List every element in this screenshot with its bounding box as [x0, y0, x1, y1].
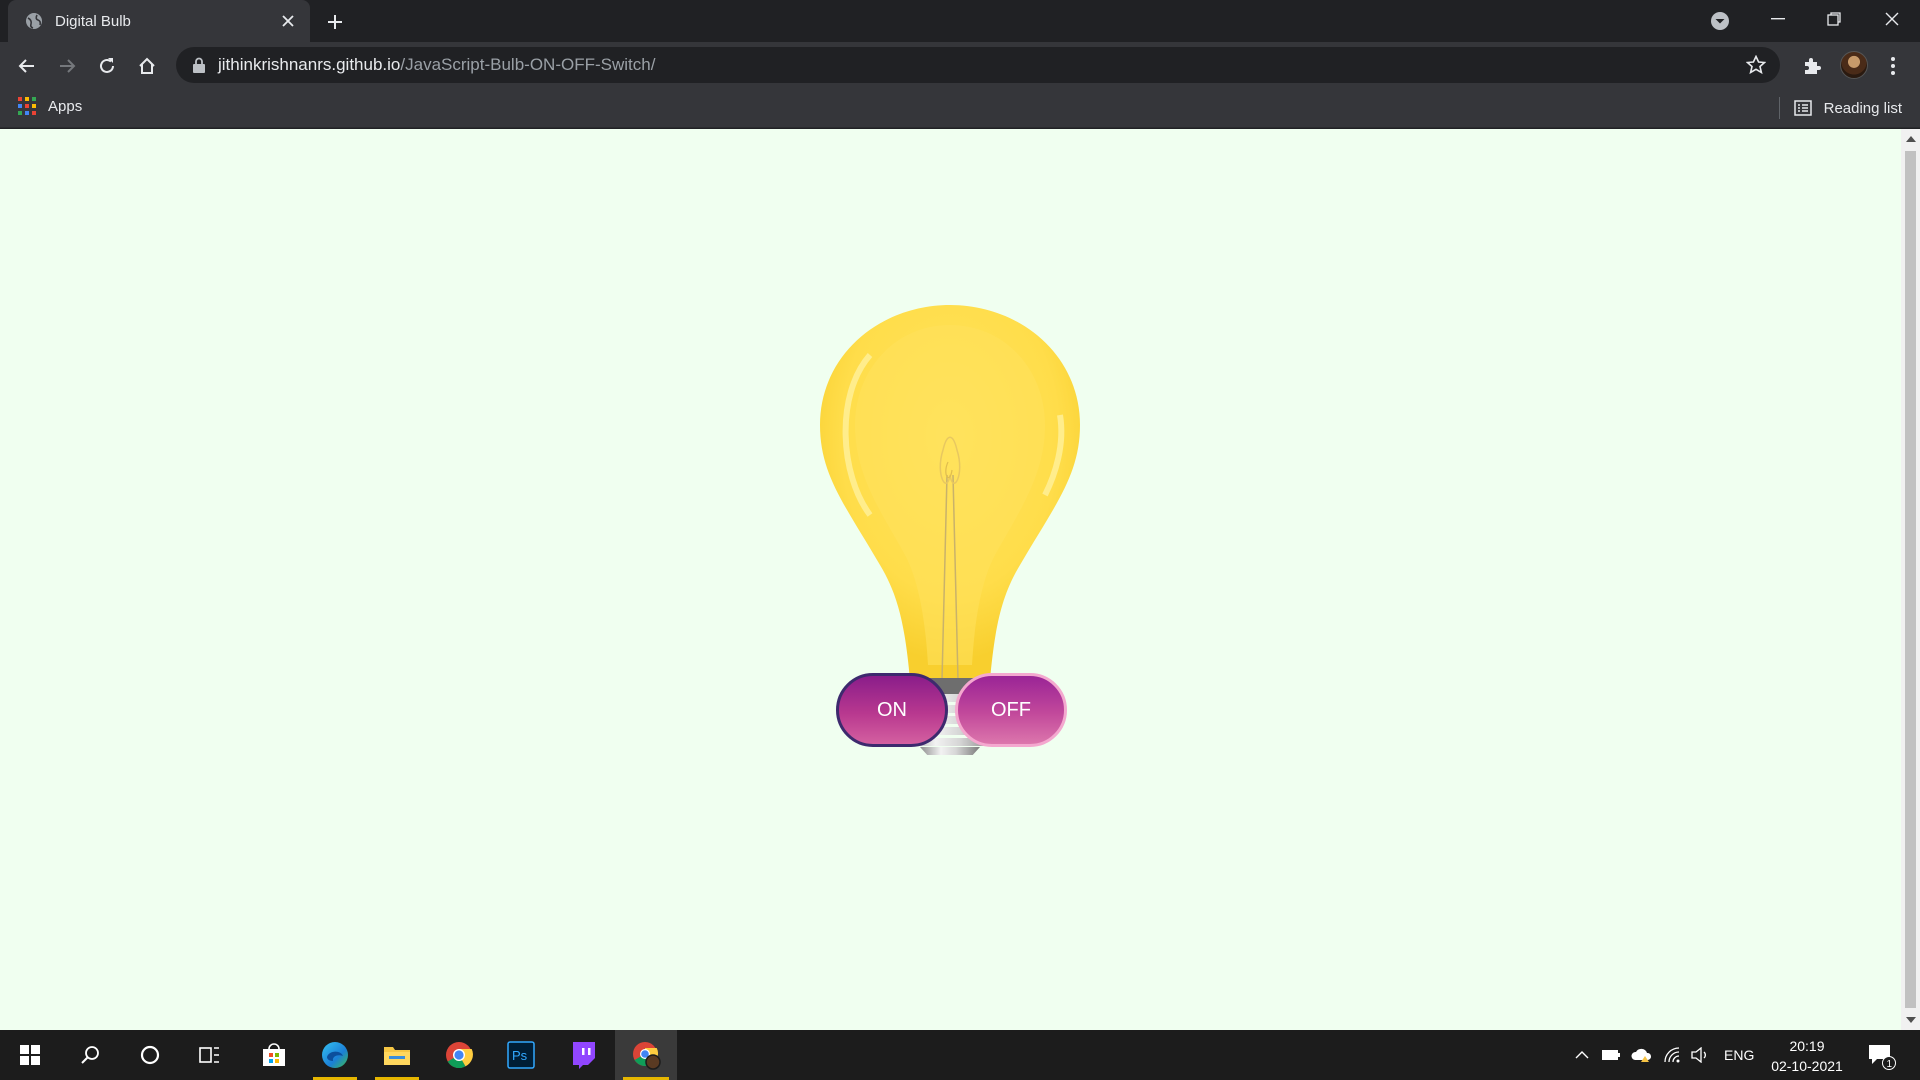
- page-scrollbar[interactable]: [1901, 129, 1920, 1030]
- profile-avatar[interactable]: [1840, 51, 1868, 79]
- apps-label: Apps: [48, 97, 83, 115]
- edge-icon[interactable]: [305, 1030, 365, 1080]
- new-tab-icon[interactable]: [322, 9, 348, 35]
- on-button[interactable]: ON: [836, 673, 948, 747]
- globe-icon: [26, 13, 42, 29]
- url-text[interactable]: jithinkrishnanrs.github.io/JavaScript-Bu…: [218, 55, 655, 75]
- clock-date: 02-10-2021: [1771, 1058, 1843, 1074]
- divider: [1778, 97, 1780, 119]
- forward-icon[interactable]: [52, 51, 82, 81]
- bookmark-star-icon[interactable]: [1746, 55, 1766, 75]
- system-clock[interactable]: 20:19 02-10-2021: [1766, 1036, 1848, 1076]
- tab-strip: Digital Bulb: [0, 0, 1920, 42]
- reading-list-icon: [1793, 100, 1812, 116]
- task-view-icon[interactable]: [180, 1030, 240, 1080]
- file-explorer-icon[interactable]: [367, 1030, 427, 1080]
- menu-kebab-icon[interactable]: [1878, 51, 1908, 81]
- reload-icon[interactable]: [92, 51, 122, 81]
- show-hidden-icons-chevron-icon[interactable]: [1570, 1030, 1594, 1080]
- chrome-icon[interactable]: [429, 1030, 489, 1080]
- notification-center-icon[interactable]: 1: [1866, 1040, 1896, 1070]
- restore-icon[interactable]: [1806, 0, 1862, 38]
- cortana-icon[interactable]: [120, 1030, 180, 1080]
- photoshop-icon[interactable]: Ps: [491, 1030, 551, 1080]
- address-bar[interactable]: jithinkrishnanrs.github.io/JavaScript-Bu…: [176, 47, 1780, 83]
- browser-toolbar: jithinkrishnanrs.github.io/JavaScript-Bu…: [0, 42, 1920, 88]
- volume-icon[interactable]: [1688, 1030, 1712, 1080]
- close-window-icon[interactable]: [1864, 0, 1920, 38]
- language-indicator[interactable]: ENG: [1724, 1030, 1754, 1080]
- lock-icon[interactable]: [192, 57, 206, 73]
- search-icon[interactable]: [60, 1030, 120, 1080]
- apps-shortcut[interactable]: Apps: [18, 97, 82, 115]
- wifi-icon[interactable]: [1660, 1030, 1684, 1080]
- svg-text:Ps: Ps: [512, 1048, 528, 1063]
- minimize-icon[interactable]: [1750, 0, 1806, 38]
- onedrive-icon[interactable]: [1629, 1030, 1655, 1080]
- tab-search-icon[interactable]: [1709, 10, 1731, 32]
- windows-taskbar: Ps ENG 20:19 02-10-2021 1: [0, 1030, 1920, 1080]
- extensions-icon[interactable]: [1797, 51, 1827, 81]
- tab-close-icon[interactable]: [276, 9, 300, 33]
- microsoft-store-icon[interactable]: [244, 1030, 304, 1080]
- tab-title: Digital Bulb: [55, 12, 131, 30]
- tab-digital-bulb[interactable]: Digital Bulb: [8, 0, 310, 42]
- reading-list-label: Reading list: [1823, 99, 1902, 117]
- apps-grid-icon: [18, 97, 36, 115]
- home-icon[interactable]: [132, 51, 162, 81]
- battery-icon[interactable]: [1599, 1030, 1623, 1080]
- scroll-up-icon[interactable]: [1906, 136, 1916, 142]
- twitch-icon[interactable]: [553, 1030, 613, 1080]
- start-icon[interactable]: [0, 1030, 60, 1080]
- chrome-profile-icon[interactable]: [615, 1030, 677, 1080]
- scroll-thumb[interactable]: [1905, 151, 1916, 1008]
- back-icon[interactable]: [12, 51, 42, 81]
- off-button[interactable]: OFF: [955, 673, 1067, 747]
- light-bulb-image: [820, 305, 1080, 755]
- notification-count: 1: [1887, 1059, 1893, 1070]
- reading-list[interactable]: Reading list: [1778, 97, 1902, 119]
- bookmarks-bar: Apps Reading list: [0, 88, 1920, 128]
- clock-time: 20:19: [1789, 1038, 1825, 1054]
- scroll-down-icon[interactable]: [1906, 1017, 1916, 1023]
